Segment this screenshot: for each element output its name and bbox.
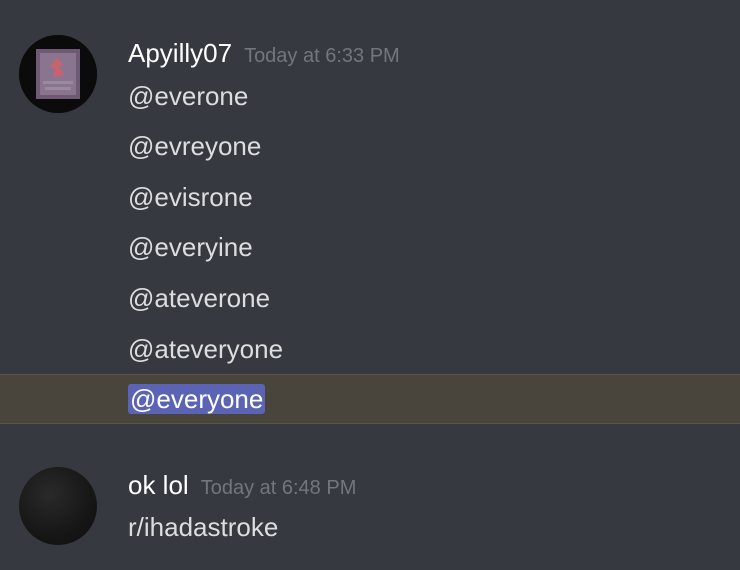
username[interactable]: Apyilly07 bbox=[128, 38, 232, 68]
message-text: @ateverone bbox=[128, 283, 271, 313]
message-text: r/ihadastroke bbox=[128, 512, 279, 542]
timestamp: Today at 6:33 PM bbox=[244, 45, 400, 67]
everyone-mention[interactable]: @everyone bbox=[128, 384, 266, 414]
message-text: @evisrone bbox=[128, 182, 253, 212]
message-text: @evreyone bbox=[128, 131, 262, 161]
chat-messages: Apyilly07 Today at 6:33 PM @everone @evre… bbox=[0, 0, 740, 570]
timestamp: Today at 6:48 PM bbox=[200, 477, 357, 499]
message-text: @ateveryone bbox=[128, 334, 284, 364]
message-header: Apyilly07 Today at 6:33 PM bbox=[128, 38, 400, 69]
avatar[interactable] bbox=[19, 467, 97, 545]
avatar-image bbox=[19, 35, 97, 113]
message-text: @everyine bbox=[128, 232, 253, 262]
username[interactable]: ok lol bbox=[128, 470, 189, 500]
mention-highlight-row bbox=[0, 374, 740, 424]
message-text: @everone bbox=[128, 81, 249, 111]
message-header: ok lol Today at 6:48 PM bbox=[128, 470, 356, 501]
avatar[interactable] bbox=[19, 35, 97, 113]
message-text: @everyone bbox=[128, 384, 266, 414]
